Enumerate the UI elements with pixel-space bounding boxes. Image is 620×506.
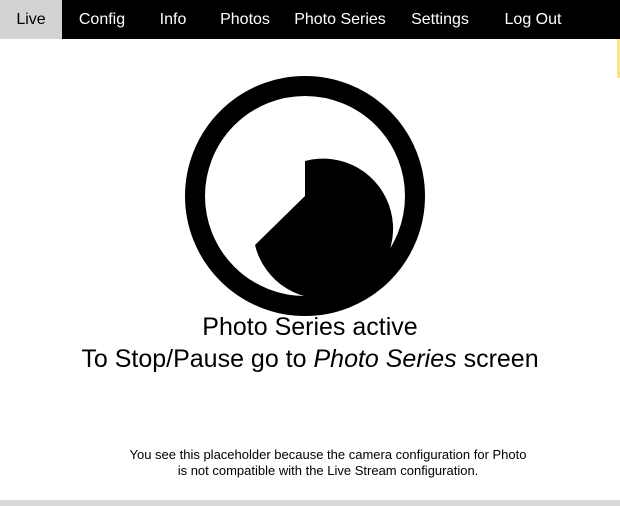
instruction-suffix: screen — [456, 345, 539, 373]
nav-item-settings[interactable]: Settings — [394, 0, 486, 39]
instruction-link-text: Photo Series — [313, 345, 457, 373]
bottom-border — [0, 500, 620, 506]
nav-item-photos[interactable]: Photos — [204, 0, 286, 39]
nav-item-log-out[interactable]: Log Out — [486, 0, 580, 39]
placeholder-note-line-1: You see this placeholder because the cam… — [129, 447, 527, 462]
nav-item-live[interactable]: Live — [0, 0, 62, 39]
live-view-placeholder: Photo Series active To Stop/Pause go to … — [0, 39, 620, 500]
top-navigation-bar: Live Config Info Photos Photo Series Set… — [0, 0, 620, 39]
status-instruction: To Stop/Pause go to Photo Series screen — [0, 344, 620, 374]
nav-item-config[interactable]: Config — [62, 0, 142, 39]
instruction-prefix: To Stop/Pause go to — [81, 345, 314, 373]
placeholder-note-line-2: is not compatible with the Live Stream c… — [177, 463, 479, 478]
nav-item-info[interactable]: Info — [142, 0, 204, 39]
status-title: Photo Series active — [202, 313, 418, 341]
nav-item-photo-series[interactable]: Photo Series — [286, 0, 394, 39]
timer-icon — [184, 75, 426, 317]
